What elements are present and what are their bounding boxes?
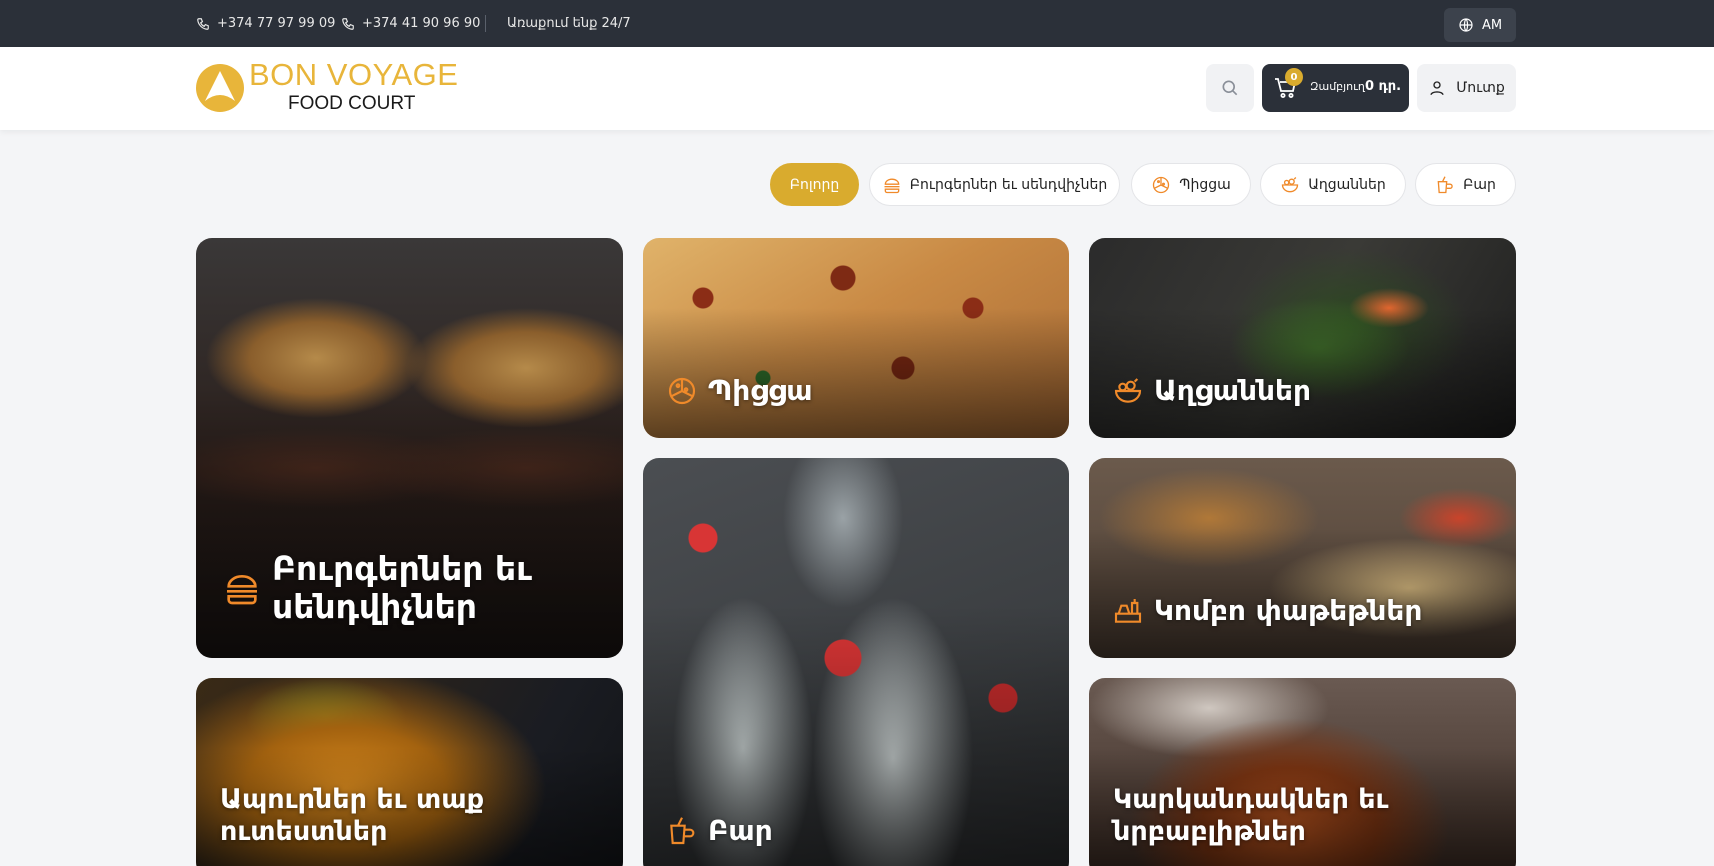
pizza-icon bbox=[1153, 176, 1170, 193]
card-overlay bbox=[1089, 238, 1516, 438]
search-icon bbox=[1222, 80, 1238, 96]
divider bbox=[485, 15, 486, 32]
logo-title: BON VOYAGE bbox=[249, 57, 459, 92]
cart-button[interactable]: 0 Զամբյուղ 0 դր. bbox=[1262, 64, 1409, 112]
category-card-burgers[interactable]: Բուրգերներ եւ սենդվիչներ bbox=[196, 238, 623, 658]
filter-salads[interactable]: Աղցաններ bbox=[1260, 163, 1406, 206]
category-card-desserts[interactable]: Կարկանդակներ եւ նրբաբլիթներ bbox=[1089, 678, 1516, 866]
card-title: Ապուրներ եւ տաք ուտեստներ bbox=[220, 784, 540, 848]
phone-number-1: +374 77 97 99 09 bbox=[217, 16, 336, 31]
drinks-icon bbox=[670, 816, 695, 844]
globe-icon bbox=[1459, 18, 1473, 32]
filter-bar[interactable]: Բար bbox=[1415, 163, 1516, 206]
card-title-text: Աղցաններ bbox=[1154, 374, 1311, 407]
filter-burgers[interactable]: Բուրգերներ եւ սենդվիչներ bbox=[869, 163, 1120, 206]
card-overlay bbox=[1089, 458, 1516, 658]
logo[interactable]: BON VOYAGE FOOD COURT bbox=[195, 57, 465, 119]
logo-mark-icon bbox=[196, 64, 244, 112]
card-title: Բար bbox=[666, 814, 773, 847]
phone-icon bbox=[342, 17, 354, 30]
category-card-salads[interactable]: Աղցաններ bbox=[1089, 238, 1516, 438]
category-card-combo[interactable]: Կոմբո փաթեթներ bbox=[1089, 458, 1516, 658]
filter-label: Բոլորը bbox=[789, 176, 840, 193]
card-title-text: Բար bbox=[708, 814, 773, 847]
phone-icon bbox=[197, 17, 209, 30]
filter-label: Աղցաններ bbox=[1308, 176, 1386, 193]
card-title-text: Բուրգերներ եւ սենդվիչներ bbox=[272, 549, 532, 626]
card-title-text: Կարկանդակներ եւ նրբաբլիթներ bbox=[1113, 784, 1389, 847]
drinks-icon bbox=[1437, 175, 1453, 193]
cart-total: 0 դր. bbox=[1365, 79, 1402, 94]
category-card-soups[interactable]: Ապուրներ եւ տաք ուտեստներ bbox=[196, 678, 623, 866]
card-title: Պիցցա bbox=[666, 374, 813, 407]
language-selector[interactable]: AM bbox=[1444, 8, 1516, 42]
filter-pizza[interactable]: Պիցցա bbox=[1131, 163, 1251, 206]
card-title-text: Պիցցա bbox=[708, 374, 813, 407]
top-bar: +374 77 97 99 09 +374 41 90 96 90 Առաքու… bbox=[0, 0, 1714, 47]
search-button[interactable] bbox=[1206, 64, 1254, 112]
card-title-text: Ապուրներ եւ տաք ուտեստներ bbox=[220, 784, 485, 847]
burger-icon bbox=[884, 178, 900, 193]
phone-link-2[interactable]: +374 41 90 96 90 bbox=[341, 0, 480, 47]
delivery-hours-text: Առաքում ենք 24/7 bbox=[507, 16, 631, 31]
card-title: Կարկանդակներ եւ նրբաբլիթներ bbox=[1113, 784, 1453, 848]
card-title: Կոմբո փաթեթներ bbox=[1112, 594, 1422, 627]
salad-icon bbox=[1282, 176, 1299, 192]
login-button[interactable]: Մուտք bbox=[1417, 64, 1516, 112]
cart-label: Զամբյուղ bbox=[1310, 80, 1365, 93]
phone-link-1[interactable]: +374 77 97 99 09 bbox=[196, 0, 335, 47]
filter-label: Բուրգերներ եւ սենդվիչներ bbox=[909, 176, 1108, 193]
pizza-icon bbox=[668, 377, 696, 404]
cart-count-badge: 0 bbox=[1285, 68, 1303, 86]
header: BON VOYAGE FOOD COURT 0 Զամբյուղ 0 դր. Մ… bbox=[0, 47, 1714, 130]
category-card-pizza[interactable]: Պիցցա bbox=[643, 238, 1069, 438]
burger-icon bbox=[227, 575, 257, 605]
card-overlay bbox=[643, 458, 1069, 866]
user-icon bbox=[1430, 81, 1444, 96]
language-code: AM bbox=[1481, 17, 1503, 33]
filter-label: Պիցցա bbox=[1179, 176, 1231, 193]
logo-subtitle: FOOD COURT bbox=[288, 93, 416, 114]
delivery-hours: Առաքում ենք 24/7 bbox=[507, 0, 631, 47]
card-title: Բուրգերներ եւ սենդվիչներ bbox=[222, 550, 582, 626]
login-label: Մուտք bbox=[1456, 80, 1505, 96]
combo-icon bbox=[1114, 598, 1142, 623]
salad-icon bbox=[1114, 377, 1142, 403]
category-card-bar[interactable]: Բար bbox=[643, 458, 1069, 866]
phone-number-2: +374 41 90 96 90 bbox=[362, 16, 481, 31]
filter-all[interactable]: Բոլորը bbox=[770, 163, 859, 206]
card-overlay bbox=[643, 238, 1069, 438]
card-title-text: Կոմբո փաթեթներ bbox=[1154, 594, 1423, 627]
card-title: Աղցաններ bbox=[1112, 374, 1311, 407]
filter-label: Բար bbox=[1463, 176, 1496, 193]
